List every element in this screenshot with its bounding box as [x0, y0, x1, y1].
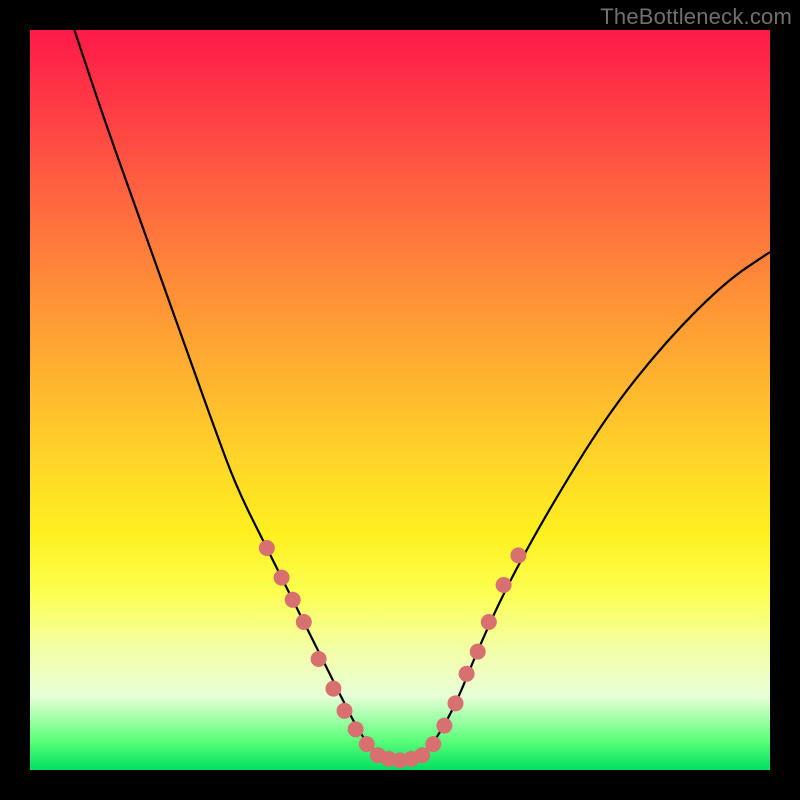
chart-container: TheBottleneck.com [0, 0, 800, 800]
watermark-text: TheBottleneck.com [600, 4, 792, 30]
plot-background [30, 30, 770, 770]
